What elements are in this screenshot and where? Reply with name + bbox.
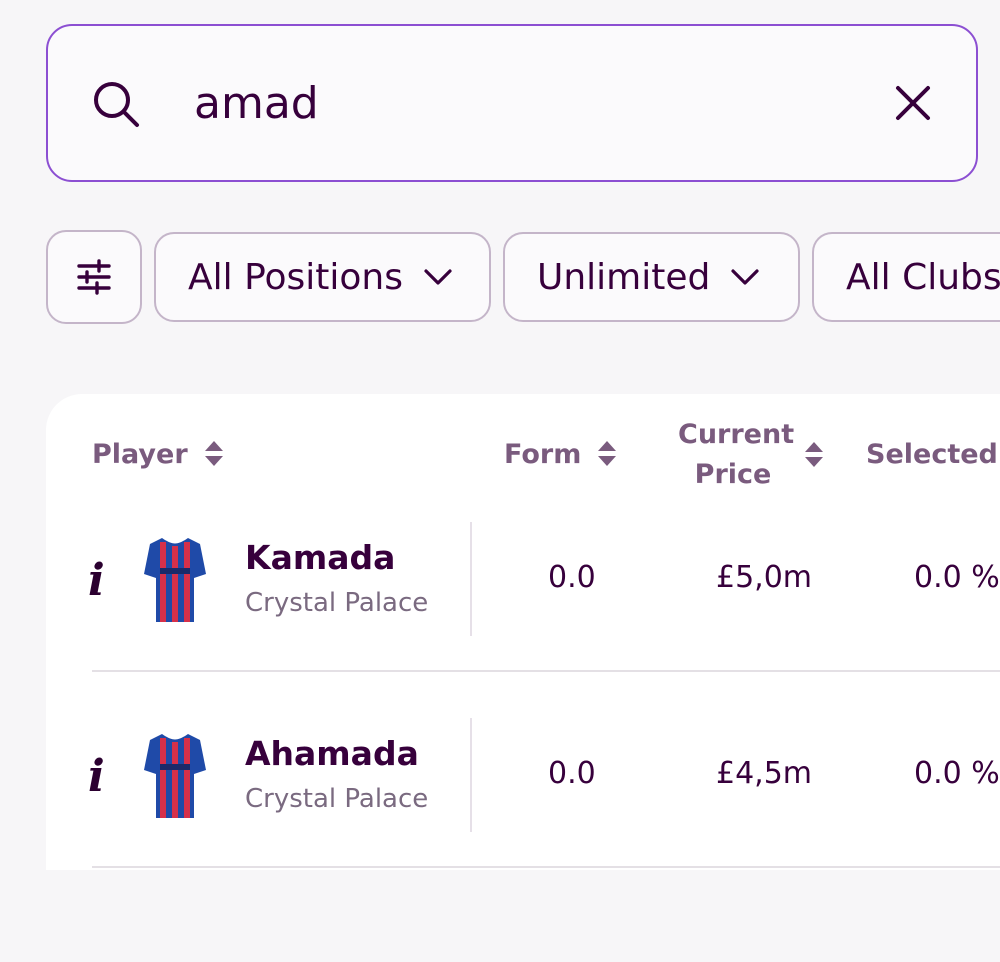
filter-settings-button[interactable] (46, 230, 142, 324)
clubs-dropdown-label: All Clubs (846, 256, 1000, 298)
player-table: Player Form Current Price Selected i Kam… (46, 394, 1000, 870)
form-value: 0.0 (548, 560, 596, 595)
filter-row: All Positions Unlimited All Clubs (46, 230, 1000, 326)
positions-dropdown-label: All Positions (188, 256, 403, 298)
player-name[interactable]: Ahamada (245, 734, 419, 773)
column-header-price-line2: Price (694, 459, 772, 490)
column-header-player-label: Player (92, 438, 188, 470)
selected-value: 0.0 % (914, 756, 1000, 791)
shirt-icon (144, 538, 206, 622)
chevron-down-icon (731, 269, 759, 285)
price-dropdown[interactable]: Unlimited (503, 232, 800, 322)
column-header-selected[interactable]: Selected (866, 434, 998, 474)
row-divider (92, 866, 1000, 868)
sort-icon (204, 441, 223, 466)
info-icon[interactable]: i (88, 558, 112, 604)
close-icon[interactable] (890, 80, 936, 126)
table-row[interactable]: i Kamada Crystal Palace 0.0 £5,0m 0.0 % (46, 520, 1000, 716)
column-header-form-label: Form (504, 438, 582, 470)
chevron-down-icon (424, 269, 452, 285)
positions-dropdown[interactable]: All Positions (154, 232, 491, 322)
search-box[interactable] (46, 24, 978, 182)
column-divider (470, 522, 472, 636)
column-header-price-line1: Current (678, 419, 795, 450)
form-value: 0.0 (548, 756, 596, 791)
price-value: £4,5m (716, 756, 813, 791)
column-header-player[interactable]: Player (92, 434, 224, 474)
column-divider (470, 718, 472, 832)
sort-icon (598, 441, 617, 466)
sliders-icon (77, 259, 111, 295)
info-icon[interactable]: i (88, 754, 112, 800)
row-divider (92, 670, 1000, 672)
column-header-form[interactable]: Form (504, 434, 617, 474)
search-icon (94, 82, 139, 127)
price-dropdown-label: Unlimited (537, 256, 711, 298)
player-club: Crystal Palace (245, 784, 429, 814)
table-row[interactable]: i Ahamada Crystal Palace 0.0 £4,5m 0.0 % (46, 716, 1000, 870)
column-header-price[interactable]: Current Price (678, 414, 824, 496)
column-header-price-label: Current Price (678, 415, 795, 495)
shirt-icon (144, 734, 206, 818)
selected-value: 0.0 % (914, 560, 1000, 595)
clubs-dropdown[interactable]: All Clubs (812, 232, 1000, 322)
sort-icon (805, 442, 823, 467)
column-header-selected-label: Selected (866, 438, 998, 470)
price-value: £5,0m (716, 560, 813, 595)
player-club: Crystal Palace (245, 588, 429, 618)
search-input[interactable] (194, 70, 834, 136)
player-name[interactable]: Kamada (245, 538, 395, 577)
